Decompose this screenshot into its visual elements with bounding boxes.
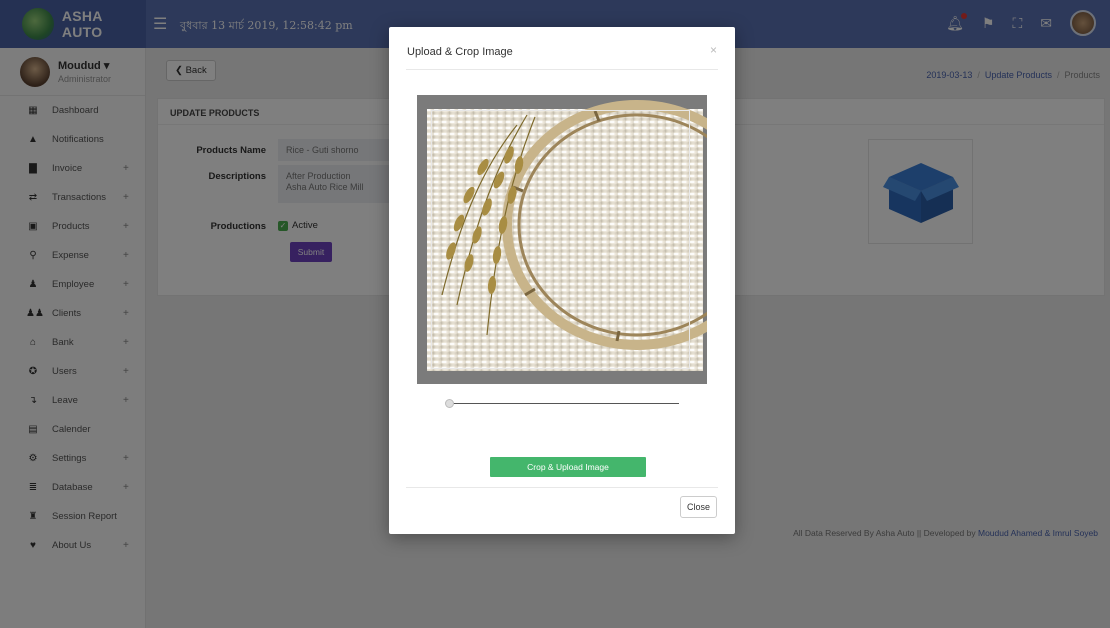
modal-title: Upload & Crop Image (407, 46, 513, 58)
upload-crop-modal: Upload & Crop Image × Crop & Upload Imag… (389, 27, 735, 534)
modal-footer-divider (406, 487, 718, 488)
modal-divider (406, 69, 718, 70)
crop-selection-box[interactable] (431, 110, 690, 369)
close-button[interactable]: Close (680, 496, 717, 518)
crop-area[interactable] (417, 95, 707, 384)
crop-upload-button[interactable]: Crop & Upload Image (490, 457, 646, 477)
close-icon[interactable]: × (710, 43, 717, 57)
zoom-slider-handle[interactable] (445, 399, 454, 408)
zoom-slider-track[interactable] (449, 403, 679, 404)
